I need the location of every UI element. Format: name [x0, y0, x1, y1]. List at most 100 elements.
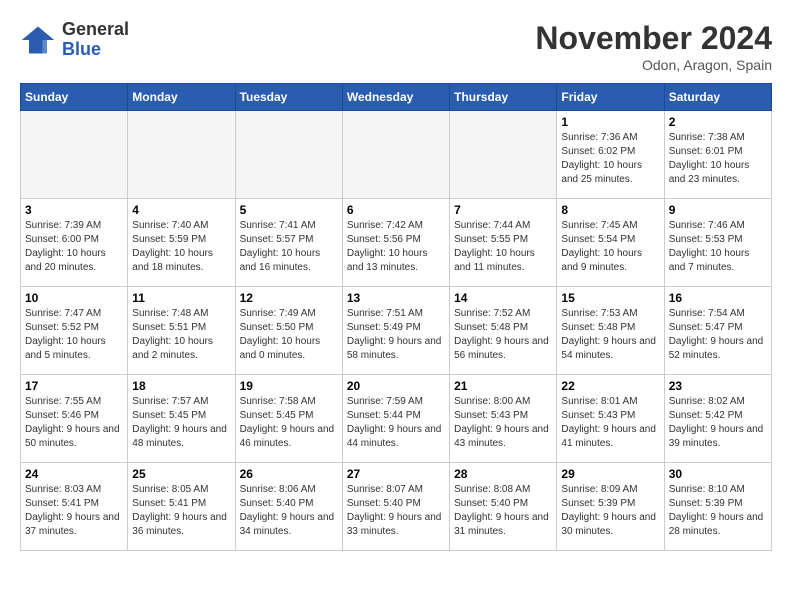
day-number: 15	[561, 291, 659, 305]
day-info: Sunrise: 7:39 AM Sunset: 6:00 PM Dayligh…	[25, 219, 123, 275]
weekday-header-saturday: Saturday	[664, 84, 771, 111]
day-info: Sunrise: 7:48 AM Sunset: 5:51 PM Dayligh…	[132, 307, 230, 363]
day-info: Sunrise: 7:51 AM Sunset: 5:49 PM Dayligh…	[347, 307, 445, 363]
day-info: Sunrise: 7:45 AM Sunset: 5:54 PM Dayligh…	[561, 219, 659, 275]
logo-icon	[20, 22, 56, 58]
calendar-cell: 2 Sunrise: 7:38 AM Sunset: 6:01 PM Daylig…	[664, 111, 771, 199]
calendar-cell: 27Sunrise: 8:07 AM Sunset: 5:40 PM Dayli…	[342, 463, 449, 551]
day-info: Sunrise: 7:46 AM Sunset: 5:53 PM Dayligh…	[669, 219, 767, 275]
logo: General Blue	[20, 20, 129, 60]
calendar-cell: 23 Sunrise: 8:02 AM Sunset: 5:42 PM Dayli…	[664, 375, 771, 463]
calendar-cell: 16 Sunrise: 7:54 AM Sunset: 5:47 PM Dayli…	[664, 287, 771, 375]
day-number: 18	[132, 379, 230, 393]
day-info: Sunrise: 8:06 AM Sunset: 5:40 PM Dayligh…	[240, 483, 338, 539]
day-info: Sunrise: 7:44 AM Sunset: 5:55 PM Dayligh…	[454, 219, 552, 275]
day-number: 20	[347, 379, 445, 393]
calendar-cell: 11 Sunrise: 7:48 AM Sunset: 5:51 PM Dayli…	[128, 287, 235, 375]
calendar-cell: 22 Sunrise: 8:01 AM Sunset: 5:43 PM Dayli…	[557, 375, 664, 463]
calendar-cell: 18Sunrise: 7:57 AM Sunset: 5:45 PM Dayli…	[128, 375, 235, 463]
day-info: Sunrise: 8:08 AM Sunset: 5:40 PM Dayligh…	[454, 483, 552, 539]
day-info: Sunrise: 7:38 AM Sunset: 6:01 PM Dayligh…	[669, 131, 767, 187]
day-info: Sunrise: 7:52 AM Sunset: 5:48 PM Dayligh…	[454, 307, 552, 363]
day-number: 29	[561, 467, 659, 481]
day-number: 25	[132, 467, 230, 481]
week-row-3: 17 Sunrise: 7:55 AM Sunset: 5:46 PM Dayli…	[21, 375, 772, 463]
day-info: Sunrise: 8:07 AM Sunset: 5:40 PM Dayligh…	[347, 483, 445, 539]
calendar-cell: 10Sunrise: 7:47 AM Sunset: 5:52 PM Dayli…	[21, 287, 128, 375]
day-number: 2	[669, 115, 767, 129]
day-number: 1	[561, 115, 659, 129]
day-number: 9	[669, 203, 767, 217]
day-info: Sunrise: 7:41 AM Sunset: 5:57 PM Dayligh…	[240, 219, 338, 275]
day-number: 4	[132, 203, 230, 217]
day-info: Sunrise: 7:55 AM Sunset: 5:46 PM Dayligh…	[25, 395, 123, 451]
logo-blue: Blue	[62, 39, 101, 59]
calendar-cell: 30 Sunrise: 8:10 AM Sunset: 5:39 PM Dayli…	[664, 463, 771, 551]
calendar-table: SundayMondayTuesdayWednesdayThursdayFrid…	[20, 83, 772, 551]
calendar-cell: 25Sunrise: 8:05 AM Sunset: 5:41 PM Dayli…	[128, 463, 235, 551]
day-number: 17	[25, 379, 123, 393]
day-number: 14	[454, 291, 552, 305]
week-row-2: 10Sunrise: 7:47 AM Sunset: 5:52 PM Dayli…	[21, 287, 772, 375]
day-info: Sunrise: 7:47 AM Sunset: 5:52 PM Dayligh…	[25, 307, 123, 363]
day-info: Sunrise: 8:03 AM Sunset: 5:41 PM Dayligh…	[25, 483, 123, 539]
day-number: 21	[454, 379, 552, 393]
calendar-cell: 21 Sunrise: 8:00 AM Sunset: 5:43 PM Dayli…	[450, 375, 557, 463]
day-number: 11	[132, 291, 230, 305]
day-info: Sunrise: 8:09 AM Sunset: 5:39 PM Dayligh…	[561, 483, 659, 539]
day-info: Sunrise: 7:58 AM Sunset: 5:45 PM Dayligh…	[240, 395, 338, 451]
calendar-cell	[342, 111, 449, 199]
week-row-0: 1 Sunrise: 7:36 AM Sunset: 6:02 PM Daylig…	[21, 111, 772, 199]
calendar-cell: 1 Sunrise: 7:36 AM Sunset: 6:02 PM Daylig…	[557, 111, 664, 199]
logo-general: General	[62, 19, 129, 39]
calendar-cell: 3Sunrise: 7:39 AM Sunset: 6:00 PM Daylig…	[21, 199, 128, 287]
calendar-cell	[235, 111, 342, 199]
day-number: 30	[669, 467, 767, 481]
day-info: Sunrise: 8:01 AM Sunset: 5:43 PM Dayligh…	[561, 395, 659, 451]
day-info: Sunrise: 7:54 AM Sunset: 5:47 PM Dayligh…	[669, 307, 767, 363]
weekday-header-friday: Friday	[557, 84, 664, 111]
week-row-4: 24 Sunrise: 8:03 AM Sunset: 5:41 PM Dayli…	[21, 463, 772, 551]
logo-text: General Blue	[62, 20, 129, 60]
calendar-cell: 15Sunrise: 7:53 AM Sunset: 5:48 PM Dayli…	[557, 287, 664, 375]
day-info: Sunrise: 7:59 AM Sunset: 5:44 PM Dayligh…	[347, 395, 445, 451]
calendar-cell: 28Sunrise: 8:08 AM Sunset: 5:40 PM Dayli…	[450, 463, 557, 551]
day-number: 19	[240, 379, 338, 393]
day-number: 24	[25, 467, 123, 481]
title-block: November 2024 Odon, Aragon, Spain	[535, 20, 772, 73]
day-number: 26	[240, 467, 338, 481]
location: Odon, Aragon, Spain	[535, 57, 772, 73]
day-number: 13	[347, 291, 445, 305]
weekday-header-wednesday: Wednesday	[342, 84, 449, 111]
day-info: Sunrise: 7:40 AM Sunset: 5:59 PM Dayligh…	[132, 219, 230, 275]
day-number: 12	[240, 291, 338, 305]
calendar-cell: 14 Sunrise: 7:52 AM Sunset: 5:48 PM Dayli…	[450, 287, 557, 375]
calendar-cell: 12Sunrise: 7:49 AM Sunset: 5:50 PM Dayli…	[235, 287, 342, 375]
day-info: Sunrise: 7:36 AM Sunset: 6:02 PM Dayligh…	[561, 131, 659, 187]
calendar-cell	[450, 111, 557, 199]
day-info: Sunrise: 8:10 AM Sunset: 5:39 PM Dayligh…	[669, 483, 767, 539]
calendar-cell: 19 Sunrise: 7:58 AM Sunset: 5:45 PM Dayli…	[235, 375, 342, 463]
day-info: Sunrise: 8:02 AM Sunset: 5:42 PM Dayligh…	[669, 395, 767, 451]
calendar-cell: 29 Sunrise: 8:09 AM Sunset: 5:39 PM Dayli…	[557, 463, 664, 551]
calendar-cell: 13 Sunrise: 7:51 AM Sunset: 5:49 PM Dayli…	[342, 287, 449, 375]
calendar-cell: 4 Sunrise: 7:40 AM Sunset: 5:59 PM Daylig…	[128, 199, 235, 287]
day-number: 6	[347, 203, 445, 217]
day-number: 16	[669, 291, 767, 305]
calendar-cell	[21, 111, 128, 199]
calendar-cell: 20 Sunrise: 7:59 AM Sunset: 5:44 PM Dayli…	[342, 375, 449, 463]
day-number: 22	[561, 379, 659, 393]
day-info: Sunrise: 7:42 AM Sunset: 5:56 PM Dayligh…	[347, 219, 445, 275]
calendar-cell: 24 Sunrise: 8:03 AM Sunset: 5:41 PM Dayli…	[21, 463, 128, 551]
calendar-cell: 9 Sunrise: 7:46 AM Sunset: 5:53 PM Daylig…	[664, 199, 771, 287]
weekday-header-tuesday: Tuesday	[235, 84, 342, 111]
page-header: General Blue November 2024 Odon, Aragon,…	[20, 20, 772, 73]
day-number: 23	[669, 379, 767, 393]
calendar-cell: 26 Sunrise: 8:06 AM Sunset: 5:40 PM Dayli…	[235, 463, 342, 551]
weekday-header-row: SundayMondayTuesdayWednesdayThursdayFrid…	[21, 84, 772, 111]
calendar-cell: 8 Sunrise: 7:45 AM Sunset: 5:54 PM Daylig…	[557, 199, 664, 287]
day-info: Sunrise: 8:00 AM Sunset: 5:43 PM Dayligh…	[454, 395, 552, 451]
weekday-header-thursday: Thursday	[450, 84, 557, 111]
calendar-cell: 6 Sunrise: 7:42 AM Sunset: 5:56 PM Daylig…	[342, 199, 449, 287]
day-number: 8	[561, 203, 659, 217]
